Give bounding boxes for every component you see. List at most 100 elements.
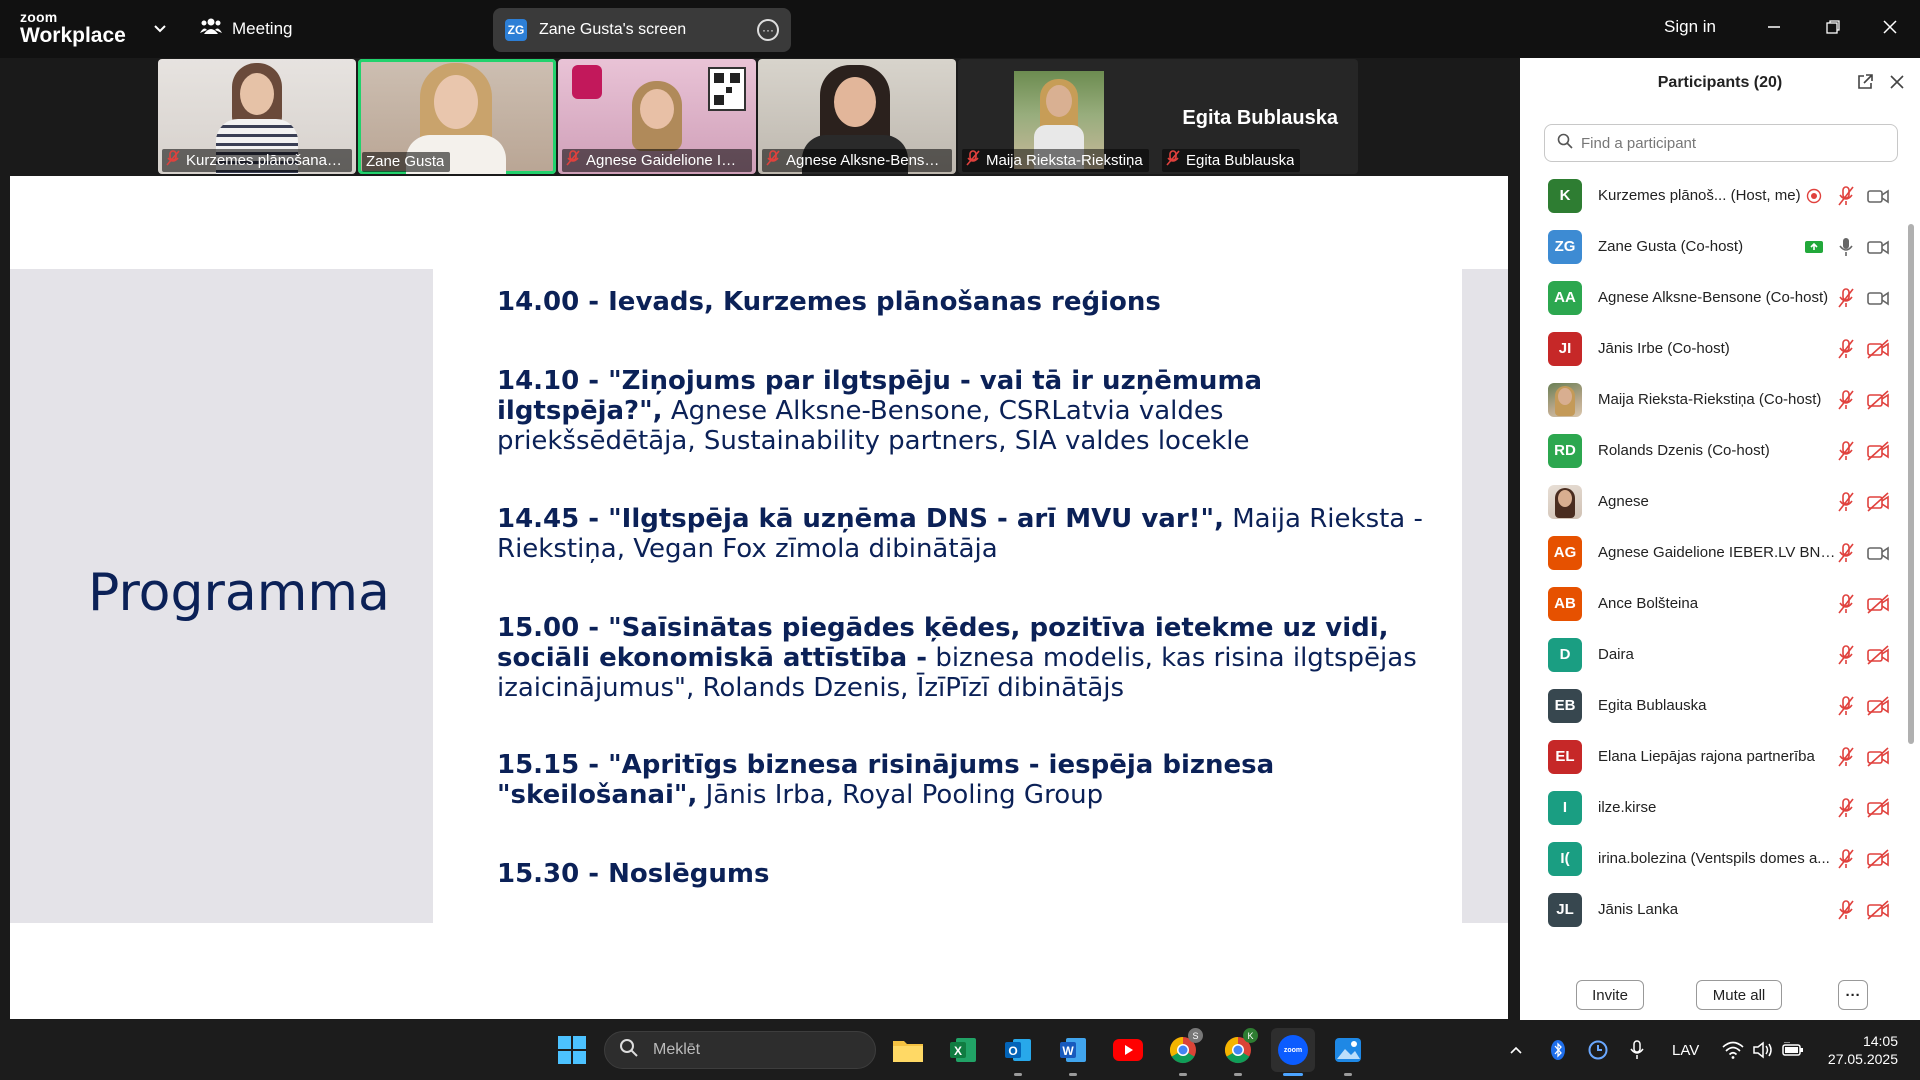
volume-icon[interactable] [1752,1020,1774,1080]
camera-icon[interactable] [1866,235,1890,259]
participant-row[interactable]: D Daira [1520,629,1906,680]
photos-icon[interactable] [1330,1032,1366,1076]
video-tile[interactable]: Agnese Gaidelione IEB... [558,59,756,174]
mute-all-button[interactable]: Mute all [1696,980,1782,1010]
meeting-menu[interactable]: Meeting [200,16,292,41]
camera-icon[interactable] [1866,541,1890,565]
participant-status-icons [1802,221,1890,272]
scrollbar-thumb[interactable] [1908,224,1914,744]
muted-mic-icon[interactable] [1834,643,1858,667]
camera-off-icon[interactable] [1866,592,1890,616]
microphone-icon[interactable] [1834,235,1858,259]
muted-mic-icon[interactable] [1834,745,1858,769]
microphone-icon[interactable] [1630,1020,1644,1080]
participant-row[interactable]: JL Jānis Lanka [1520,884,1906,935]
wifi-icon[interactable] [1722,1020,1744,1080]
camera-icon[interactable] [1866,184,1890,208]
camera-off-icon[interactable] [1866,745,1890,769]
excel-icon[interactable]: X [945,1032,981,1068]
restore-icon[interactable] [1813,12,1853,42]
participant-row[interactable]: Agnese [1520,476,1906,527]
muted-mic-icon[interactable] [1834,541,1858,565]
chevron-down-icon[interactable] [150,18,170,38]
minimize-icon[interactable] [1754,12,1794,42]
muted-mic-icon[interactable] [1834,796,1858,820]
youtube-icon[interactable] [1110,1032,1146,1068]
participant-row[interactable]: Iilze.kirse [1520,782,1906,833]
camera-icon[interactable] [1866,286,1890,310]
video-tile-active-speaker[interactable]: Zane Gusta [358,59,556,174]
muted-mic-icon[interactable] [1834,847,1858,871]
outlook-icon[interactable]: O [1000,1032,1036,1076]
battery-icon[interactable] [1782,1020,1804,1080]
participant-row[interactable]: JI Jānis Irbe (Co-host) [1520,323,1906,374]
invite-button[interactable]: Invite [1576,980,1644,1010]
system-clock[interactable]: 14:05 27.05.2025 [1822,1032,1898,1068]
taskbar-search-placeholder: Meklēt [653,1041,701,1058]
windows-start-icon[interactable] [554,1032,590,1068]
muted-mic-icon[interactable] [1834,694,1858,718]
sign-in-button[interactable]: Sign in [1664,17,1716,37]
camera-off-icon[interactable] [1866,694,1890,718]
camera-off-icon[interactable] [1866,847,1890,871]
close-window-icon[interactable] [1870,12,1910,42]
participant-row[interactable] [1520,935,1906,940]
participant-search-input[interactable] [1581,134,1881,152]
zoom-workplace-logo[interactable]: zoom Workplace [20,10,126,46]
word-icon[interactable]: W [1055,1032,1091,1076]
participant-row[interactable]: I(irina.bolezina (Ventspils domes a... [1520,833,1906,884]
participant-row[interactable]: AB Ance Bolšteina [1520,578,1906,629]
participant-row[interactable]: AA Agnese Alksne-Bensone (Co-host) [1520,272,1906,323]
video-tile-camera-off[interactable]: Egita Bublauska Maija Rieksta-Riekstiņa … [958,59,1358,174]
share-screen-indicator[interactable]: ZG Zane Gusta's screen ··· [493,8,791,52]
clock-app-icon[interactable] [1588,1020,1608,1080]
file-explorer-icon[interactable] [890,1032,926,1068]
agenda-item-detail: Jānis Irba, Royal Pooling Group [705,780,1104,810]
screen-share-icon[interactable] [1802,235,1826,259]
participant-row[interactable]: EB Egita Bublauska [1520,680,1906,731]
participant-row[interactable]: Maija Rieksta-Riekstiņa (Co-host) [1520,374,1906,425]
more-options-icon[interactable]: ··· [757,19,779,41]
video-tile[interactable]: Agnese Alksne-Bensone [758,59,956,174]
camera-off-icon[interactable] [1866,643,1890,667]
agenda-item-heading: 15.30 - Noslēgums [497,859,770,889]
muted-mic-icon[interactable] [1834,439,1858,463]
chrome-icon[interactable]: K [1220,1028,1258,1076]
muted-mic-icon[interactable] [1834,898,1858,922]
camera-off-icon[interactable] [1866,898,1890,922]
participant-row[interactable]: RD Rolands Dzenis (Co-host) [1520,425,1906,476]
logo-zoom-text: zoom [20,9,58,25]
muted-mic-icon[interactable] [1834,337,1858,361]
search-icon [1557,133,1573,154]
camera-off-icon[interactable] [1866,388,1890,412]
chrome-icon[interactable]: S [1165,1028,1203,1076]
more-options-button[interactable]: ··· [1838,980,1868,1010]
close-panel-icon[interactable] [1888,73,1906,96]
taskbar-search[interactable]: Meklēt [604,1031,876,1069]
camera-off-icon[interactable] [1866,796,1890,820]
bluetooth-icon[interactable] [1550,1020,1566,1080]
participant-row[interactable]: AG Agnese Gaidelione IEBER.LV BNI ... [1520,527,1906,578]
muted-mic-icon[interactable] [1834,388,1858,412]
participant-row[interactable]: EL Elana Liepājas rajona partnerība [1520,731,1906,782]
participant-search[interactable] [1544,124,1898,162]
muted-mic-icon[interactable] [1834,490,1858,514]
shared-screen[interactable]: Programma 14.00 - Ievads, Kurzemes plāno… [10,176,1508,1019]
muted-mic-icon[interactable] [1834,286,1858,310]
show-hidden-icons[interactable] [1508,1020,1524,1080]
slide-right-band [1462,269,1508,923]
muted-mic-icon[interactable] [1834,592,1858,616]
participant-row[interactable]: K Kurzemes plānoš... (Host, me) [1520,170,1906,221]
participant-list-scrollbar[interactable] [1908,164,1916,946]
muted-mic-icon[interactable] [1834,184,1858,208]
participant-name: Rolands Dzenis (Co-host) [1598,442,1836,459]
camera-off-icon[interactable] [1866,439,1890,463]
recording-icon[interactable] [1802,184,1826,208]
video-tile[interactable]: Kurzemes plānošanas ... [158,59,356,174]
camera-off-icon[interactable] [1866,490,1890,514]
participant-row[interactable]: ZG Zane Gusta (Co-host) [1520,221,1906,272]
pop-out-icon[interactable] [1856,73,1874,96]
keyboard-language[interactable]: LAV [1672,1020,1699,1080]
camera-off-icon[interactable] [1866,337,1890,361]
zoom-app-icon[interactable]: zoom [1271,1028,1315,1076]
